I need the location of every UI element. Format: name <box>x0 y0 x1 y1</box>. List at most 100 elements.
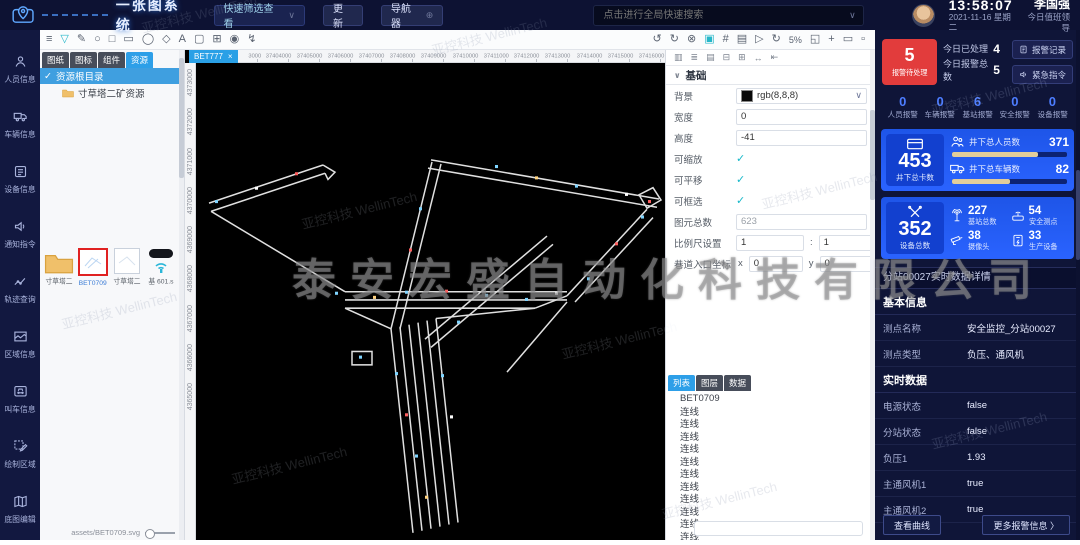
entry-x-input[interactable]: 0 <box>749 256 803 272</box>
view-curve-button[interactable]: 查看曲线 <box>883 515 941 535</box>
stat-basestation-alarm[interactable]: 6基站报警 <box>959 94 996 120</box>
stat-basestation-total[interactable]: 227基站总数 <box>950 205 1009 226</box>
global-search[interactable]: ∨ <box>593 5 863 26</box>
circle-tool-icon[interactable]: ○ <box>94 34 101 45</box>
tree-root-row[interactable]: ✓ 资源根目录 <box>40 68 184 84</box>
alarm-record-button[interactable]: 报警记录 <box>1012 40 1073 59</box>
pen-tool-icon[interactable]: ✎ <box>77 34 86 45</box>
thumbnail-bet0709-selected[interactable]: BET0709 <box>77 248 108 287</box>
thumbnail-station[interactable]: 基 601.s <box>146 248 177 287</box>
mine-map[interactable] <box>195 63 665 540</box>
navigator-button[interactable]: 导航器 ⊕ <box>381 5 443 26</box>
zoom-level[interactable]: 5% <box>789 35 802 45</box>
tab-data[interactable]: 数据 <box>724 375 751 391</box>
sidebar-item-personnel[interactable]: 人员信息 <box>0 42 40 97</box>
sidebar-item-drawregion[interactable]: 绘制区域 <box>0 427 40 482</box>
scale-a-input[interactable]: 1 <box>736 235 804 251</box>
align-rows-icon[interactable]: ≣ <box>691 52 699 63</box>
card-total-card[interactable]: 453 井下总卡数 井下总人员数 371 井下总车辆数 82 <box>881 129 1074 191</box>
window-icon[interactable]: ▭ <box>843 34 853 45</box>
quick-filter-button[interactable]: 快速筛选查看 ∨ <box>214 5 305 26</box>
collapse-icon[interactable]: ⊟ <box>723 52 731 63</box>
canvas-tab-bet777[interactable]: BET777 × <box>189 50 238 63</box>
ellipse-tool-icon[interactable]: ◯ <box>142 34 154 45</box>
stat-production-devices[interactable]: 33生产设备 <box>1011 230 1070 251</box>
props-footer-input[interactable] <box>694 521 863 536</box>
checkbox-checked-icon[interactable]: ✓ <box>736 173 745 186</box>
square-tool-icon[interactable]: □ <box>109 34 116 45</box>
select-tool-icon[interactable]: ▽ <box>60 34 68 45</box>
tab-list[interactable]: 列表 <box>668 375 695 391</box>
scale-b-input[interactable]: 1 <box>819 235 875 251</box>
tab-icons[interactable]: 图标 <box>70 52 97 68</box>
checkbox-checked-icon[interactable]: ✓ <box>736 194 745 207</box>
fit-icon[interactable]: ◱ <box>810 34 820 45</box>
sidebar-item-notify[interactable]: 通知指令 <box>0 207 40 262</box>
list-item[interactable]: 连线 <box>666 505 875 518</box>
stats-scrollbar[interactable] <box>1076 30 1080 540</box>
refresh-icon[interactable]: ↻ <box>772 34 781 45</box>
grid-icon[interactable]: # <box>723 34 729 45</box>
sidebar-item-track[interactable]: 轨迹查询 <box>0 262 40 317</box>
list-item[interactable]: 连线 <box>666 430 875 443</box>
stat-vehicle-alarm[interactable]: 0车辆报警 <box>921 94 958 120</box>
list-item[interactable]: 连线 <box>666 405 875 418</box>
entry-y-input[interactable]: 0 <box>820 256 874 272</box>
tab-resources[interactable]: 资源 <box>126 52 153 68</box>
section-basic[interactable]: ∨ 基础 <box>666 66 875 85</box>
dock-icon[interactable]: ⇤ <box>771 52 779 63</box>
menu-icon[interactable]: ≡ <box>46 34 52 45</box>
list-item[interactable]: 连线 <box>666 467 875 480</box>
rect-tool-icon[interactable]: ▭ <box>123 34 133 45</box>
play-icon[interactable]: ▷ <box>755 34 763 45</box>
sidebar-item-basemap[interactable]: 底图编辑 <box>0 482 40 537</box>
stat-device-alarm[interactable]: 0设备报警 <box>1034 94 1071 120</box>
undo-icon[interactable]: ↺ <box>653 34 662 45</box>
stat-cameras[interactable]: 38摄像头 <box>950 230 1009 251</box>
list-item[interactable]: 连线 <box>666 442 875 455</box>
align-top-icon[interactable]: ▤ <box>706 52 715 63</box>
total-input[interactable]: 623 <box>736 214 867 230</box>
thumbnail-folder[interactable]: 寸草塔二 <box>43 252 74 287</box>
distribute-icon[interactable]: ↔ <box>754 53 763 63</box>
background-select[interactable]: rgb(8,8,8) ∨ <box>736 88 867 104</box>
move-icon[interactable]: + <box>828 34 834 45</box>
update-button[interactable]: 更新 <box>323 5 363 26</box>
stat-safety-alarm[interactable]: 0安全报警 <box>996 94 1033 120</box>
connector-icon[interactable]: ↯ <box>247 34 256 45</box>
tab-layers[interactable]: 图层 <box>696 375 723 391</box>
device-total-card[interactable]: 352 设备总数 227基站总数 54安全测点 38摄像头 3 <box>881 197 1074 259</box>
emergency-command-button[interactable]: 紧急指令 <box>1012 65 1073 84</box>
window2-icon[interactable]: ▫ <box>861 34 865 45</box>
snapshot-icon[interactable]: ◉ <box>230 34 240 45</box>
save-icon[interactable]: ⊞ <box>212 34 221 45</box>
save2-icon[interactable]: ▤ <box>737 34 747 45</box>
tab-close-icon[interactable]: × <box>228 52 233 61</box>
resource-scrollbar[interactable] <box>179 50 184 540</box>
list-item[interactable]: 连线 <box>666 417 875 430</box>
list-item[interactable]: 连线 <box>666 492 875 505</box>
stat-personnel-alarm[interactable]: 0人员报警 <box>884 94 921 120</box>
map-canvas[interactable]: BET777 × 300037404000 3740500037406000 3… <box>185 50 665 540</box>
redo-icon[interactable]: ↻ <box>670 34 679 45</box>
list-item[interactable]: 连线 <box>666 480 875 493</box>
tab-components[interactable]: 组件 <box>98 52 125 68</box>
erase-icon[interactable]: ⊗ <box>687 34 696 45</box>
list-item[interactable]: BET0709 <box>666 392 875 405</box>
text-tool-icon[interactable]: A <box>179 34 186 45</box>
sidebar-item-area[interactable]: 区域信息 <box>0 317 40 372</box>
region-select-icon[interactable]: ▣ <box>704 34 714 45</box>
stat-safety-points[interactable]: 54安全测点 <box>1011 205 1070 226</box>
pending-alarm-card[interactable]: 5 报警待处理 <box>882 39 937 85</box>
sidebar-item-callcar[interactable]: 叫车信息 <box>0 372 40 427</box>
more-alarm-info-button[interactable]: 更多报警信息 〉 <box>982 515 1070 535</box>
height-input[interactable]: -41 <box>736 130 867 146</box>
align-left-icon[interactable]: ▥ <box>674 52 683 63</box>
list-item[interactable]: 连线 <box>666 455 875 468</box>
thumbnail-size-slider[interactable] <box>145 532 175 534</box>
tab-drawings[interactable]: 图纸 <box>42 52 69 68</box>
tree-folder-row[interactable]: 寸草塔二矿资源 <box>40 84 184 101</box>
thumbnail-cctII[interactable]: 寸草塔二 <box>112 248 143 287</box>
user-avatar[interactable] <box>912 4 935 27</box>
global-search-input[interactable] <box>601 9 849 22</box>
